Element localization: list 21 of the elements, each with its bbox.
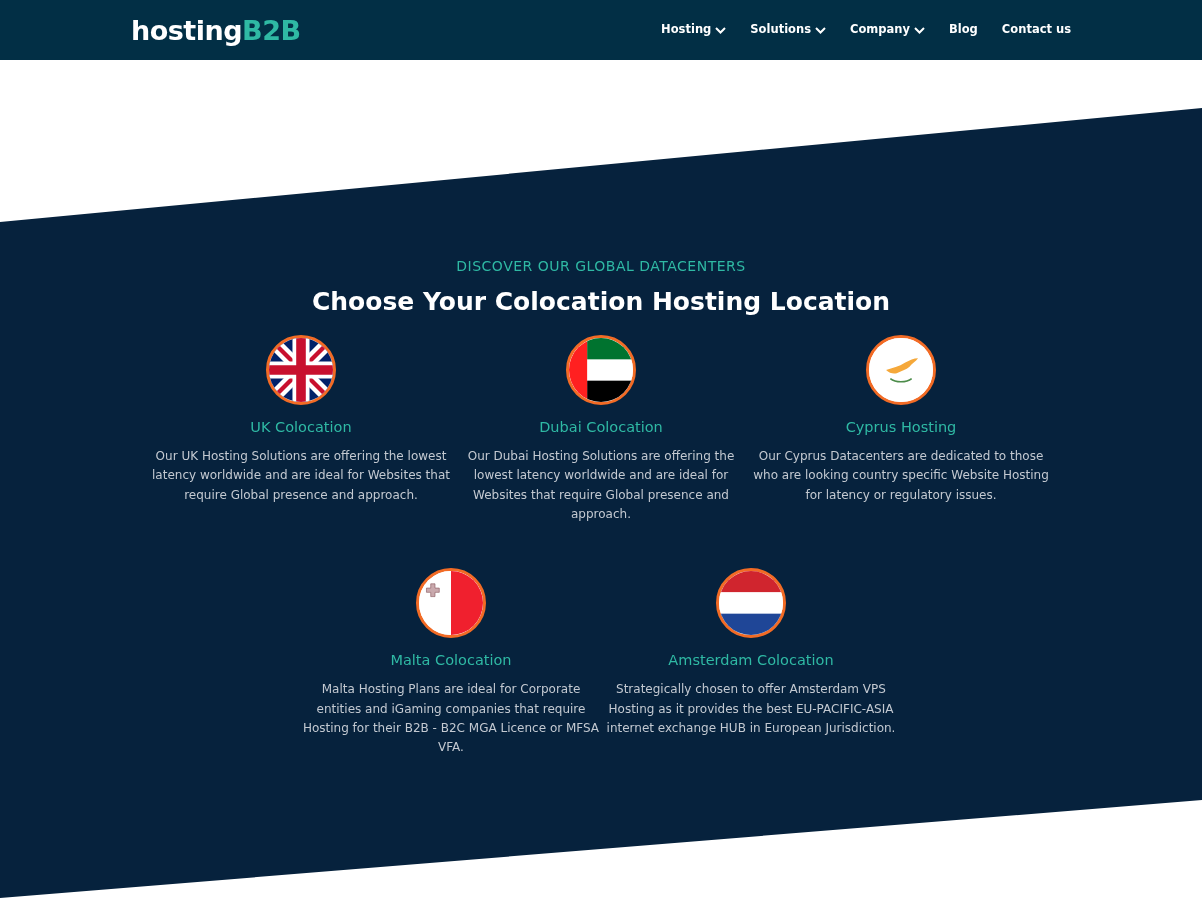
location-description: Our Dubai Hosting Solutions are offering the lowest latency worldwide and are ideal for Websites that require Global presence and approach. <box>466 447 736 523</box>
chevron-down-icon <box>914 26 925 34</box>
nav-link[interactable]: Solutions <box>750 21 826 39</box>
logo[interactable]: hostingB2B <box>131 16 301 44</box>
nav-link[interactable]: Contact us <box>1001 21 1071 39</box>
location-description: Our Cyprus Datacenters are dedicated to those who are looking country specific Website Hosting for latency or regulatory issues. <box>752 447 1050 504</box>
section-eyebrow: DISCOVER OUR GLOBAL DATACENTERS <box>455 257 747 276</box>
chevron-down-icon <box>715 26 727 34</box>
location-title: Cyprus Hosting <box>845 418 957 437</box>
nav-link[interactable]: Blog <box>949 21 978 39</box>
location-title: UK Colocation <box>250 418 352 437</box>
location-title: Malta Colocation <box>390 651 512 671</box>
location-description: Malta Hosting Plans are ideal for Corporate entities and iGaming companies that require Hosting for their B2B - B2C MGA Licence or MFSA VFA. <box>301 681 601 757</box>
nav-link[interactable]: Hosting <box>661 21 727 39</box>
nav-link[interactable]: Company <box>850 21 925 39</box>
section-heading: Choose Your Colocation Hosting Location <box>310 287 892 317</box>
chevron-down-icon <box>815 26 826 34</box>
location-title: Dubai Colocation <box>539 418 663 437</box>
location-description: Our UK Hosting Solutions are offering the lowest latency worldwide and are ideal for Websites that require Global presence and approach. <box>151 447 451 504</box>
location-description: Strategically chosen to offer Amsterdam VPS Hosting as it provides the best EU-PACIFIC-ASIA internet exchange HUB in European Jurisdiction. <box>605 681 897 737</box>
location-title: Amsterdam Colocation <box>668 651 834 671</box>
